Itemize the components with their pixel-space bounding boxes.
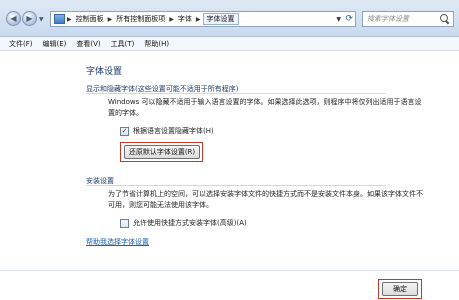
hide-fonts-checkbox-label[interactable]: 根据语言设置隐藏字体(H): [133, 126, 214, 136]
shortcut-install-checkbox-row[interactable]: 允许使用快捷方式安装字体(高级)(A): [120, 218, 247, 228]
search-input[interactable]: 搜索字体设置: [363, 14, 440, 24]
menu-edit[interactable]: 编辑(E): [38, 39, 72, 49]
control-panel-icon: [54, 14, 65, 24]
forward-button[interactable]: ▶: [22, 11, 37, 26]
menu-bar: 文件(F) 编辑(E) 查看(V) 工具(T) 帮助(H): [0, 37, 459, 51]
description-line: 为了节省计算机上的空间，可以选择安装字体文件的快捷方式而不是安装文件本身。如果该…: [108, 190, 423, 198]
breadcrumb-separator-icon[interactable]: ▶: [106, 16, 115, 23]
breadcrumb-all-items[interactable]: 所有控制面板项: [114, 12, 167, 26]
section-divider: [86, 93, 386, 94]
breadcrumb-fonts[interactable]: 字体: [176, 12, 194, 26]
description-line: Windows 可以隐藏不适用于输入语言设置的字体。如果选择此选项，则程序中将仅…: [108, 98, 422, 106]
address-toolbar: ◀ ▶ ▼ ▶ 控制面板 ▶ 所有控制面板项 ▶ 字体 ▶ 字体设置 ▼ ⟳ 搜…: [0, 0, 459, 37]
menu-help[interactable]: 帮助(H): [139, 39, 174, 49]
hide-fonts-checkbox[interactable]: ✓: [120, 126, 129, 136]
recent-pages-chevron-icon[interactable]: ▼: [39, 16, 44, 23]
breadcrumb-separator-icon[interactable]: ▶: [194, 16, 203, 23]
highlight-box: [378, 279, 422, 299]
description-line: 置的字体。: [108, 109, 143, 117]
breadcrumb-separator-icon[interactable]: ▶: [65, 16, 74, 23]
description-line: 可用，则您可能无法使用该字体。: [108, 201, 213, 209]
menu-file[interactable]: 文件(F): [4, 39, 38, 49]
section-install-description: 为了节省计算机上的空间，可以选择安装字体文件的快捷方式而不是安装文件本身。如果该…: [108, 189, 453, 211]
section-divider: [86, 185, 386, 186]
highlight-box: [120, 142, 203, 162]
shortcut-install-checkbox[interactable]: [120, 218, 129, 228]
search-icon[interactable]: [440, 14, 450, 24]
help-choose-font-settings-link[interactable]: 帮助我选择字体设置: [86, 237, 149, 247]
search-box[interactable]: 搜索字体设置: [362, 11, 454, 27]
address-dropdown-icon[interactable]: ▼: [336, 16, 341, 23]
breadcrumb-separator-icon[interactable]: ▶: [167, 16, 176, 23]
breadcrumb-control-panel[interactable]: 控制面板: [74, 12, 106, 26]
menu-view[interactable]: 查看(V): [71, 39, 105, 49]
main-content: 字体设置 显示和隐藏字体(这些设置可能不适用于所有程序) Windows 可以隐…: [0, 51, 459, 300]
shortcut-install-checkbox-label[interactable]: 允许使用快捷方式安装字体(高级)(A): [133, 218, 247, 228]
menu-tools[interactable]: 工具(T): [106, 39, 140, 49]
back-button[interactable]: ◀: [6, 11, 21, 26]
breadcrumb-font-settings[interactable]: 字体设置: [202, 13, 239, 25]
page-title: 字体设置: [86, 67, 123, 77]
address-bar[interactable]: ▶ 控制面板 ▶ 所有控制面板项 ▶ 字体 ▶ 字体设置 ▼ ⟳: [50, 11, 356, 27]
refresh-icon[interactable]: ⟳: [345, 14, 353, 24]
footer-divider: [0, 270, 459, 271]
section-hide-fonts-description: Windows 可以隐藏不适用于输入语言设置的字体。如果选择此选项，则程序中将仅…: [108, 97, 448, 119]
hide-fonts-checkbox-row[interactable]: ✓ 根据语言设置隐藏字体(H): [120, 126, 214, 136]
